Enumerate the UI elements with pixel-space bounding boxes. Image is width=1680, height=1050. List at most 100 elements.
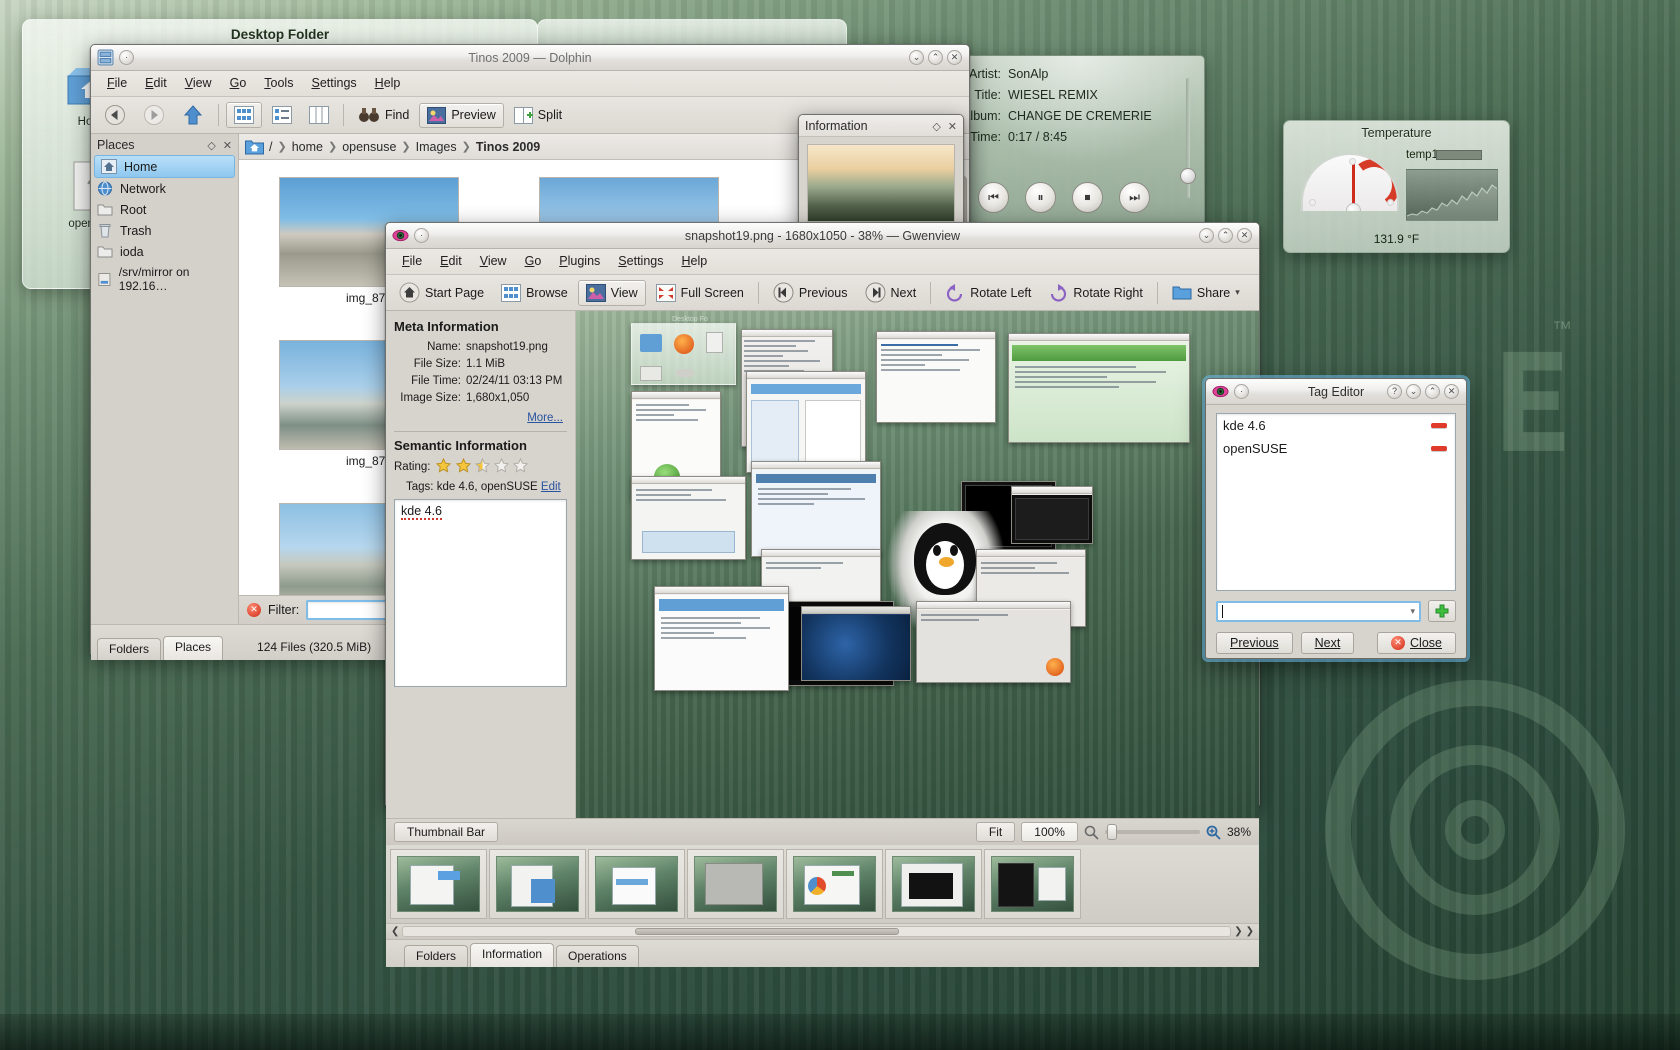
volume-slider-knob[interactable] [1180, 168, 1196, 184]
media-player-widget[interactable]: Artist: SonAlp Title: WIESEL REMIX Album… [955, 55, 1205, 230]
places-close-icon[interactable]: ✕ [223, 139, 232, 152]
details-view-button[interactable] [265, 103, 299, 127]
rotate-right-button[interactable]: Rotate Right [1041, 280, 1149, 306]
scroll-left-arrow-icon[interactable]: ❮ [391, 926, 399, 937]
start-page-button[interactable]: Start Page [392, 279, 491, 306]
dolphin-titlebar[interactable]: · Tinos 2009 — Dolphin ⌄ ⌃ ✕ [91, 45, 969, 71]
tag-editor-buttons[interactable]: Previous Next ✕ Close [1216, 632, 1456, 654]
back-button[interactable] [97, 101, 133, 129]
breadcrumb-images[interactable]: Images [416, 140, 457, 154]
tab-folders[interactable]: Folders [97, 638, 161, 660]
tab-folders[interactable]: Folders [404, 945, 468, 967]
dolphin-menu-help[interactable]: Help [367, 74, 409, 92]
pause-button[interactable]: ⏸ [1025, 182, 1056, 213]
close-button[interactable]: ✕ Close [1377, 632, 1456, 654]
breadcrumb-home[interactable]: home [292, 140, 323, 154]
thumbnail-item[interactable] [489, 849, 586, 919]
tag-editor-maximize-button[interactable]: ⌃ [1425, 384, 1440, 399]
thumbnail-item[interactable] [786, 849, 883, 919]
next-button[interactable]: Next [858, 279, 924, 306]
gwenview-menu-plugins[interactable]: Plugins [551, 252, 608, 270]
tag-editor-window[interactable]: · Tag Editor ? ⌄ ⌃ ✕ kde 4.6 openSUSE ▾ [1205, 378, 1467, 659]
view-button[interactable]: View [578, 280, 646, 306]
add-tag-button[interactable] [1428, 600, 1456, 622]
next-track-button[interactable]: ⏭ [1119, 182, 1150, 213]
stop-button[interactable]: ⏹ [1072, 182, 1103, 213]
tags-edit-link[interactable]: Edit [541, 481, 561, 493]
dolphin-menu-tools[interactable]: Tools [256, 74, 301, 92]
dolphin-menu-edit[interactable]: Edit [137, 74, 175, 92]
zoom-slider[interactable] [1105, 830, 1200, 834]
temperature-widget[interactable]: Temperature temp1 131.9 °F [1283, 120, 1510, 253]
breadcrumb-current[interactable]: Tinos 2009 [476, 140, 540, 154]
place-item-root[interactable]: Root [91, 199, 238, 220]
tag-textarea[interactable]: kde 4.6 [394, 499, 567, 687]
dolphin-menu-view[interactable]: View [177, 74, 220, 92]
gwenview-menu-settings[interactable]: Settings [610, 252, 671, 270]
share-button[interactable]: Share ▾ [1165, 281, 1247, 304]
tag-editor-close-button[interactable]: ✕ [1444, 384, 1459, 399]
tab-places[interactable]: Places [163, 636, 223, 660]
zoom-out-icon[interactable] [1084, 825, 1099, 840]
tab-operations[interactable]: Operations [556, 945, 639, 967]
up-button[interactable] [175, 101, 211, 129]
thumbnail-scrollbar-track[interactable] [402, 926, 1231, 937]
breadcrumb-opensuse[interactable]: opensuse [342, 140, 396, 154]
previous-button[interactable]: Previous [1216, 632, 1293, 654]
gwenview-sidebar[interactable]: Meta Information Name:snapshot19.png Fil… [386, 311, 576, 818]
gwenview-minimize-button[interactable]: ⌄ [1199, 228, 1214, 243]
gwenview-close-button[interactable]: ✕ [1237, 228, 1252, 243]
dolphin-menu-button[interactable]: · [119, 50, 134, 65]
gwenview-image-canvas[interactable]: Desktop Fo [576, 311, 1259, 818]
dolphin-menu-go[interactable]: Go [222, 74, 255, 92]
place-item-ioda[interactable]: ioda [91, 241, 238, 262]
breadcrumb-root[interactable]: / [269, 140, 272, 154]
places-undock-icon[interactable]: ◇ [207, 139, 215, 152]
thumbnail-bar-row[interactable]: Thumbnail Bar Fit 100% 38% [386, 818, 1259, 845]
tag-list-item[interactable]: openSUSE [1217, 437, 1455, 460]
gwenview-menu-go[interactable]: Go [517, 252, 550, 270]
split-button[interactable]: Split [507, 104, 569, 127]
gwenview-maximize-button[interactable]: ⌃ [1218, 228, 1233, 243]
tag-list-item[interactable]: kde 4.6 [1217, 414, 1455, 437]
share-dropdown-icon[interactable]: ▾ [1235, 287, 1240, 298]
tag-list[interactable]: kde 4.6 openSUSE [1216, 413, 1456, 591]
tag-input-row[interactable]: ▾ [1216, 600, 1456, 622]
tag-editor-menu-button[interactable]: · [1234, 384, 1249, 399]
tag-editor-titlebar[interactable]: · Tag Editor ? ⌄ ⌃ ✕ [1206, 379, 1466, 405]
hundred-percent-button[interactable]: 100% [1021, 822, 1078, 842]
thumbnail-item[interactable] [588, 849, 685, 919]
previous-track-button[interactable]: ⏮ [978, 182, 1009, 213]
thumbnail-strip[interactable] [386, 845, 1259, 923]
dolphin-maximize-button[interactable]: ⌃ [928, 50, 943, 65]
gwenview-menu-button[interactable]: · [414, 228, 429, 243]
dolphin-close-button[interactable]: ✕ [947, 50, 962, 65]
thumbnail-scrollbar-row[interactable]: ❮ ❯ ❯ [386, 923, 1259, 939]
preview-button[interactable]: Preview [419, 103, 503, 128]
chevron-down-icon[interactable]: ▾ [1410, 606, 1415, 617]
forward-button[interactable] [136, 101, 172, 129]
dolphin-menubar[interactable]: File Edit View Go Tools Settings Help [91, 71, 969, 97]
next-button[interactable]: Next [1301, 632, 1355, 654]
place-item-home[interactable]: Home [94, 155, 235, 178]
columns-view-button[interactable] [302, 103, 336, 127]
icons-view-button[interactable] [226, 102, 262, 128]
place-item-network[interactable]: Network [91, 178, 238, 199]
thumbnail-item[interactable] [687, 849, 784, 919]
more-link[interactable]: More... [527, 412, 563, 424]
information-panel-window[interactable]: Information ◇ ✕ [798, 114, 964, 234]
dolphin-minimize-button[interactable]: ⌄ [909, 50, 924, 65]
gwenview-window[interactable]: · snapshot19.png - 1680x1050 - 38% — Gwe… [385, 222, 1260, 807]
browse-button[interactable]: Browse [494, 281, 575, 305]
thumbnail-item[interactable] [390, 849, 487, 919]
find-button[interactable]: Find [351, 104, 416, 126]
gwenview-menubar[interactable]: File Edit View Go Plugins Settings Help [386, 249, 1259, 275]
previous-button[interactable]: Previous [766, 279, 855, 306]
fit-button[interactable]: Fit [976, 822, 1015, 842]
information-close-icon[interactable]: ✕ [948, 120, 957, 133]
gwenview-menu-file[interactable]: File [394, 252, 430, 270]
thumbnail-bar-button[interactable]: Thumbnail Bar [394, 822, 498, 842]
zoom-slider-knob[interactable] [1107, 824, 1117, 840]
scroll-end-arrow-icon[interactable]: ❯ [1246, 926, 1254, 937]
dolphin-panel-tabs[interactable]: Folders Places [97, 636, 223, 660]
